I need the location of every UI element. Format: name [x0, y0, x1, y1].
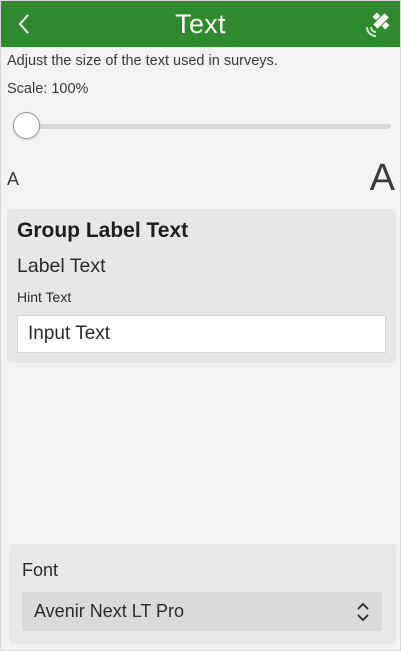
scale-label: Scale: 100% — [7, 81, 89, 97]
text-preview-card: Group Label Text Label Text Hint Text — [7, 209, 396, 363]
page-title: Text — [175, 9, 226, 39]
small-size-indicator: A — [7, 169, 20, 189]
font-select[interactable]: Avenir Next LT Pro — [22, 592, 382, 631]
up-down-chevrons-icon — [357, 602, 369, 622]
label-preview: Label Text — [17, 255, 106, 277]
chevron-left-icon — [18, 14, 29, 34]
font-label: Font — [22, 560, 59, 580]
satellite-gps-icon — [366, 12, 390, 37]
scale-slider[interactable] — [13, 111, 391, 141]
gps-status-button[interactable] — [362, 9, 394, 41]
header-bar: Text — [1, 1, 400, 47]
slider-thumb[interactable] — [13, 112, 40, 139]
back-button[interactable] — [7, 7, 41, 41]
app-window: Text Adjust the size of the text used in… — [0, 0, 401, 651]
slider-track — [13, 124, 391, 129]
font-select-value: Avenir Next LT Pro — [34, 601, 185, 621]
hint-preview: Hint Text — [17, 289, 72, 305]
group-label-preview: Group Label Text — [17, 219, 189, 242]
input-preview-field[interactable] — [17, 315, 386, 353]
font-panel: Font Avenir Next LT Pro — [9, 544, 396, 644]
description-text: Adjust the size of the text used in surv… — [7, 53, 278, 69]
large-size-indicator: A — [369, 157, 395, 199]
